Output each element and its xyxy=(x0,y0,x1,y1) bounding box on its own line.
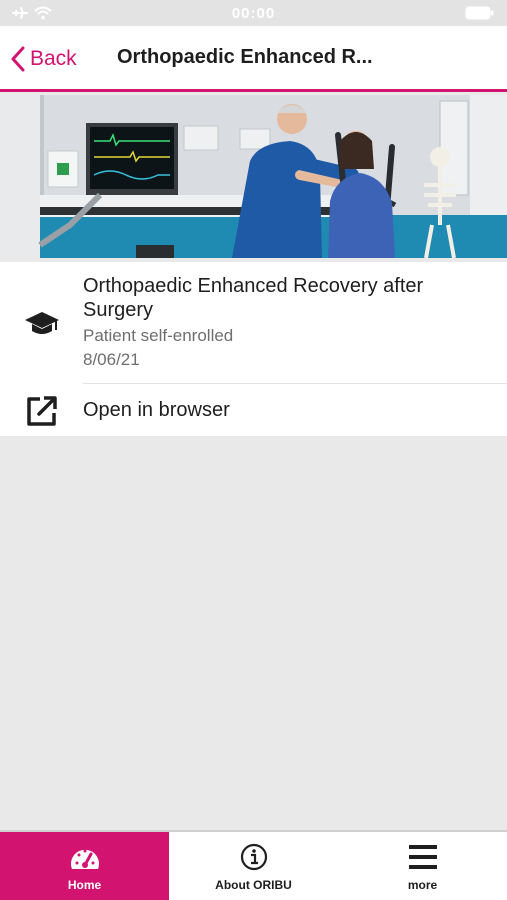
course-hero-image xyxy=(0,95,507,258)
chevron-left-icon xyxy=(11,46,25,72)
tab-about-oribu-label: About ORIBU xyxy=(215,878,292,892)
navigation-bar: Back Orthopaedic Enhanced R... xyxy=(0,26,507,92)
course-info-row[interactable]: Orthopaedic Enhanced Recovery after Surg… xyxy=(0,262,507,383)
back-button[interactable]: Back xyxy=(10,44,77,74)
tab-home[interactable]: Home xyxy=(0,832,169,900)
enrollment-date: 8/06/21 xyxy=(83,350,140,369)
hamburger-menu-icon xyxy=(408,845,437,869)
page-title: Orthopaedic Enhanced R... xyxy=(117,46,373,68)
enrollment-status: Patient self-enrolled xyxy=(83,326,234,345)
back-button-label: Back xyxy=(30,47,77,70)
battery-icon xyxy=(465,6,494,20)
status-bar: 00:00 xyxy=(0,0,507,26)
dashboard-gauge-icon xyxy=(70,849,99,869)
status-time: 00:00 xyxy=(231,5,276,22)
tab-more[interactable]: more xyxy=(338,832,507,900)
external-link-icon xyxy=(27,396,57,426)
course-card: Orthopaedic Enhanced Recovery after Surg… xyxy=(0,262,507,436)
info-circle-icon xyxy=(240,843,267,871)
tab-more-label: more xyxy=(407,878,438,892)
course-title: Orthopaedic Enhanced Recovery after Surg… xyxy=(83,275,424,321)
tab-bar: Home About ORIBU more xyxy=(0,830,507,900)
open-in-browser-button[interactable]: Open in browser xyxy=(0,384,507,436)
tab-home-label: Home xyxy=(67,878,102,892)
tab-about-oribu[interactable]: About ORIBU xyxy=(169,832,338,900)
open-in-browser-label: Open in browser xyxy=(83,399,230,421)
graduation-cap-icon xyxy=(25,312,59,334)
